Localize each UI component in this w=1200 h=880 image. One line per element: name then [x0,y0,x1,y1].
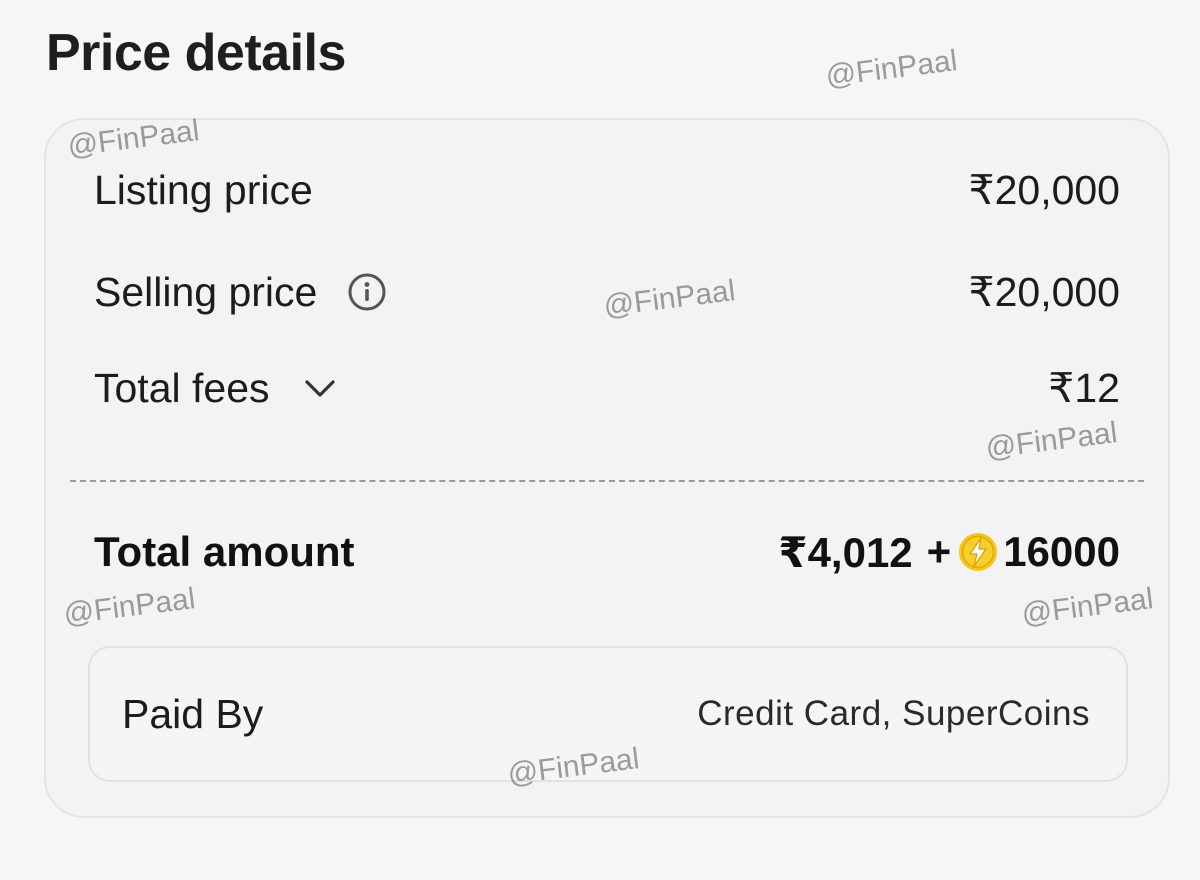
chevron-down-icon[interactable] [302,370,338,406]
total-coins-amount: 16000 [1003,528,1120,575]
total-cash-amount: ₹4,012 [778,528,913,576]
selling-price-label: Selling price [94,268,318,315]
paid-by-value: Credit Card, SuperCoins [697,694,1090,733]
listing-price-label: Listing price [94,166,313,213]
listing-price-row: Listing price ₹20,000 [94,160,1120,220]
total-fees-label-wrap: Total fees [94,365,338,412]
total-amount-value: ₹4,012 + 16000 [778,528,1120,577]
listing-price-value: ₹20,000 [968,167,1121,213]
supercoin-icon [957,531,999,573]
total-fees-value: ₹12 [1048,365,1120,411]
total-plus-sign: + [926,528,952,575]
watermark-text: @FinPaal [823,44,960,94]
total-amount-row: Total amount ₹4,012 + 16000 [94,522,1120,582]
price-details-card: Listing price ₹20,000 Selling price ₹20,… [44,118,1170,818]
selling-price-row: Selling price ₹20,000 [94,262,1120,322]
selling-price-value: ₹20,000 [968,269,1121,315]
paid-by-box: Paid By Credit Card, SuperCoins [88,646,1128,782]
dashed-divider [70,480,1144,482]
total-fees-label: Total fees [94,364,270,411]
selling-price-label-wrap: Selling price [94,269,387,316]
total-amount-label: Total amount [94,528,355,575]
total-fees-row[interactable]: Total fees ₹12 [94,358,1120,418]
page-title: Price details [46,24,346,82]
info-icon[interactable] [347,272,387,312]
paid-by-label: Paid By [122,690,264,737]
